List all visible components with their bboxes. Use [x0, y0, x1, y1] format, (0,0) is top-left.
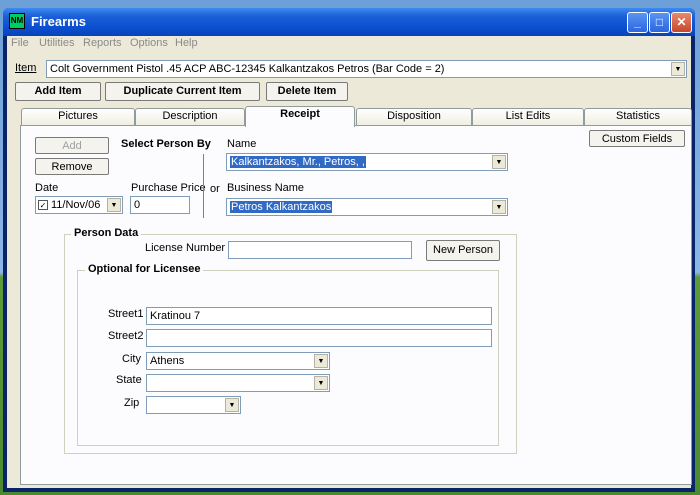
tab-statistics[interactable]: Statistics [584, 108, 692, 125]
zip-combo[interactable]: ▼ [146, 396, 241, 414]
minimize-button[interactable]: _ [627, 12, 648, 33]
menu-bar: File Utilities Reports Options Help [7, 36, 691, 52]
date-value: 11/Nov/06 [51, 199, 101, 211]
divider-line [203, 154, 204, 218]
license-number-input[interactable] [228, 241, 412, 259]
chevron-down-icon[interactable]: ▼ [314, 376, 328, 390]
menu-options[interactable]: Options [130, 37, 168, 49]
zip-label: Zip [124, 397, 140, 409]
select-person-by-label: Select Person By [121, 138, 211, 150]
chevron-down-icon[interactable]: ▼ [314, 354, 328, 368]
tab-pictures[interactable]: Pictures [21, 108, 135, 125]
item-combo[interactable]: Colt Government Pistol .45 ACP ABC-12345… [46, 60, 687, 78]
menu-reports[interactable]: Reports [83, 37, 122, 49]
name-label: Name [227, 138, 257, 150]
menu-help[interactable]: Help [175, 37, 198, 49]
delete-item-button[interactable]: Delete Item [266, 82, 348, 101]
street1-input[interactable]: Kratinou 7 [146, 307, 492, 325]
title-bar: NM Firearms _ □ ✕ [3, 8, 695, 36]
name-combo[interactable]: Kalkantzakos, Mr., Petros, , ▼ [226, 153, 508, 171]
new-person-button[interactable]: New Person [426, 240, 500, 261]
business-name-label: Business Name [227, 182, 305, 194]
chevron-down-icon[interactable]: ▼ [225, 398, 239, 412]
tab-receipt[interactable]: Receipt [245, 106, 355, 127]
tab-disposition[interactable]: Disposition [356, 108, 472, 125]
chevron-down-icon[interactable]: ▼ [492, 155, 506, 169]
chevron-down-icon[interactable]: ▼ [671, 62, 685, 76]
app-icon: NM [9, 13, 25, 29]
custom-fields-button[interactable]: Custom Fields [589, 130, 685, 147]
name-combo-value: Kalkantzakos, Mr., Petros, , [230, 156, 366, 168]
purchase-price-label: Purchase Price [131, 182, 206, 194]
window-title: Firearms [31, 14, 86, 29]
street2-label: Street2 [108, 330, 144, 342]
state-combo[interactable]: ▼ [146, 374, 330, 392]
tab-list-edits[interactable]: List Edits [472, 108, 584, 125]
menu-utilities[interactable]: Utilities [39, 37, 74, 49]
menu-file[interactable]: File [11, 37, 29, 49]
street2-input[interactable] [146, 329, 492, 347]
close-button[interactable]: ✕ [671, 12, 692, 33]
city-value: Athens [150, 355, 185, 367]
business-name-combo[interactable]: Petros Kalkantzakos ▼ [226, 198, 508, 216]
checkbox-icon[interactable]: ✓ [38, 200, 48, 210]
street1-label: Street1 [108, 308, 144, 320]
city-combo[interactable]: Athens ▼ [146, 352, 330, 370]
person-data-title: Person Data [71, 227, 142, 239]
item-combo-value: Colt Government Pistol .45 ACP ABC-12345… [50, 63, 445, 75]
remove-button[interactable]: Remove [35, 158, 109, 175]
purchase-price-input[interactable]: 0 [130, 196, 190, 214]
or-label: or [210, 183, 220, 195]
chevron-down-icon[interactable]: ▼ [492, 200, 506, 214]
client-area: File Utilities Reports Options Help Item… [7, 36, 692, 488]
maximize-button[interactable]: □ [649, 12, 670, 33]
date-label: Date [35, 182, 59, 194]
duplicate-item-button[interactable]: Duplicate Current Item [105, 82, 260, 101]
state-label: State [116, 374, 142, 386]
add-button[interactable]: Add [35, 137, 109, 154]
street1-value: Kratinou 7 [150, 310, 201, 322]
license-number-label: License Number [145, 242, 226, 254]
city-label: City [122, 353, 141, 365]
chevron-down-icon[interactable]: ▼ [107, 198, 121, 212]
optional-licensee-title: Optional for Licensee [85, 263, 204, 275]
tab-description[interactable]: Description [135, 108, 245, 125]
app-window: NM Firearms _ □ ✕ File Utilities Reports… [3, 8, 695, 492]
purchase-price-value: 0 [134, 199, 141, 211]
business-name-value: Petros Kalkantzakos [230, 201, 333, 213]
item-label: Item [15, 62, 37, 74]
add-item-button[interactable]: Add Item [15, 82, 101, 101]
date-picker[interactable]: ✓ 11/Nov/06 ▼ [35, 196, 123, 214]
